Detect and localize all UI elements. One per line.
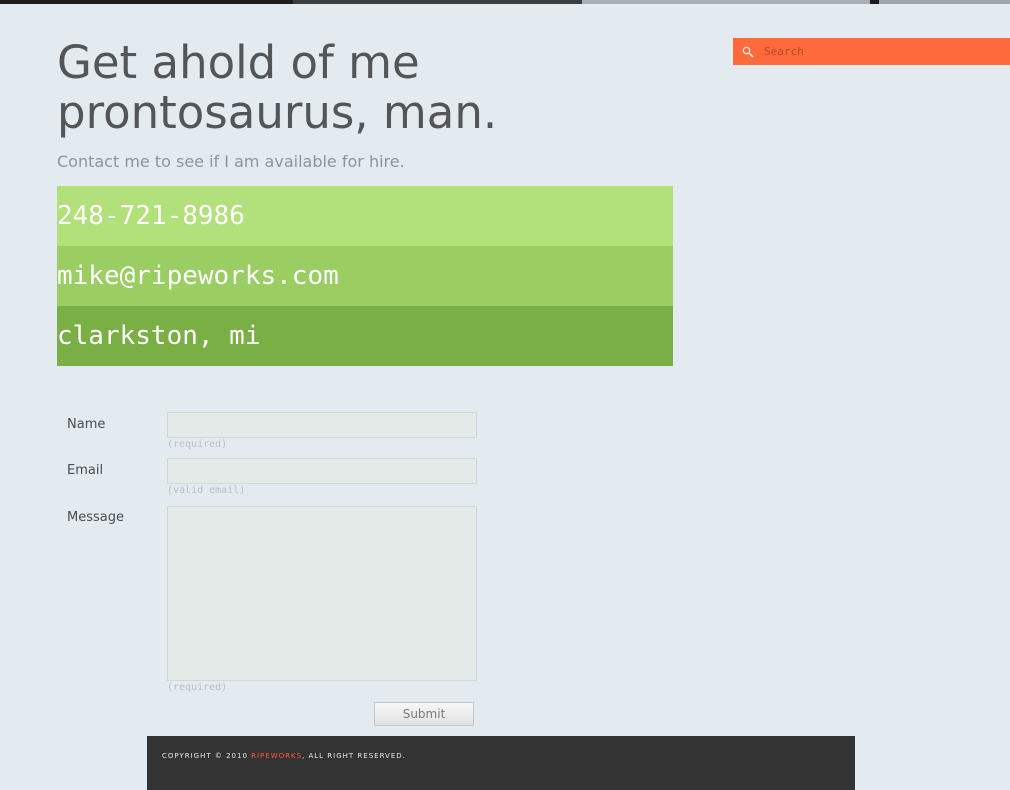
brand-link[interactable]: Ripeworks xyxy=(251,752,302,760)
contact-location: clarkston, mi xyxy=(57,306,673,366)
top-bar-segment xyxy=(870,0,879,4)
top-bar-segment xyxy=(0,0,293,4)
email-hint: (valid email) xyxy=(167,485,246,496)
copyright-prefix: Copyright © 2010 xyxy=(162,752,252,760)
contact-email: mike@ripeworks.com xyxy=(57,246,673,306)
name-label: Name xyxy=(67,417,106,432)
search-icon xyxy=(742,46,754,58)
contact-phone: 248-721-8986 xyxy=(57,186,673,246)
top-bar-segment xyxy=(879,0,1010,4)
top-bar-segment xyxy=(293,0,582,4)
page-title: Get ahold of me prontosaurus, man. xyxy=(57,36,498,139)
email-field[interactable] xyxy=(167,458,477,484)
submit-button[interactable]: Submit xyxy=(374,702,474,726)
footer: Copyright © 2010 Ripeworks, All right re… xyxy=(147,736,855,790)
message-label: Message xyxy=(67,510,124,525)
top-bar-segment xyxy=(582,0,870,4)
search-box[interactable] xyxy=(733,38,1010,65)
search-input[interactable] xyxy=(764,42,1000,61)
contact-info: 248-721-8986 mike@ripeworks.com clarksto… xyxy=(57,186,673,366)
copyright: Copyright © 2010 Ripeworks, All right re… xyxy=(162,752,406,760)
page-subtitle: Contact me to see if I am available for … xyxy=(57,152,405,171)
name-hint: (required) xyxy=(167,439,228,450)
name-field[interactable] xyxy=(167,412,477,438)
top-bar xyxy=(0,0,1010,4)
message-field[interactable] xyxy=(167,506,477,681)
email-label: Email xyxy=(67,463,104,478)
copyright-suffix: , All right reserved. xyxy=(302,752,406,760)
message-hint: (required) xyxy=(167,682,228,693)
